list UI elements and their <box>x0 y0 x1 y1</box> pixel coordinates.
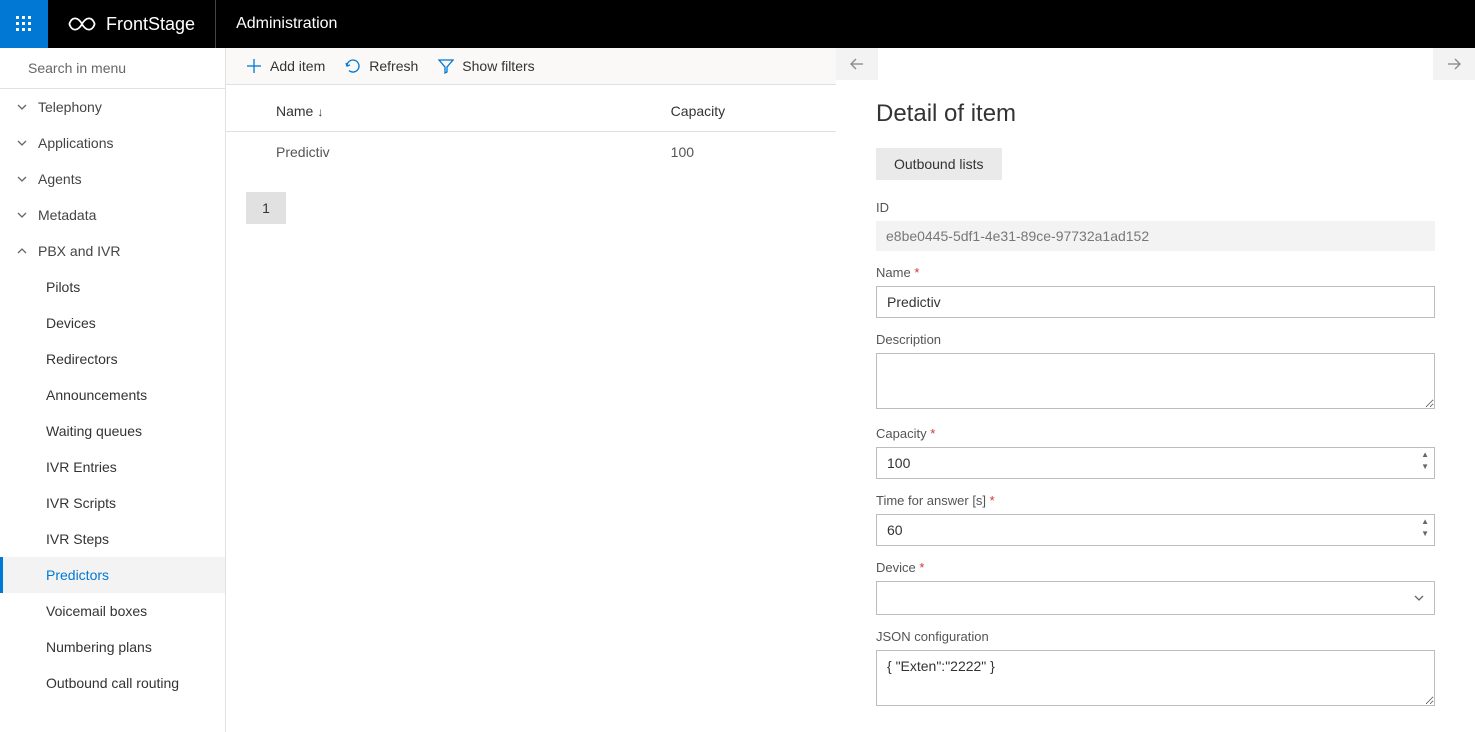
time-up[interactable]: ▲ <box>1419 516 1431 528</box>
nav-group-applications[interactable]: Applications <box>0 125 225 161</box>
nav-item-announcements[interactable]: Announcements <box>0 377 225 413</box>
panel-prev-button[interactable] <box>836 48 878 80</box>
nav-item-outbound-call-routing[interactable]: Outbound call routing <box>0 665 225 701</box>
page-title: Administration <box>216 15 357 33</box>
chevron-down-icon <box>16 101 28 113</box>
json-input[interactable] <box>876 650 1435 706</box>
arrow-left-icon <box>849 56 865 72</box>
id-value: e8be0445-5df1-4e31-89ce-97732a1ad152 <box>876 221 1435 251</box>
nav-group-metadata[interactable]: Metadata <box>0 197 225 233</box>
time-input[interactable] <box>876 514 1435 546</box>
page-1[interactable]: 1 <box>246 192 286 224</box>
refresh-button[interactable]: Refresh <box>345 58 418 74</box>
arrow-right-icon <box>1446 56 1462 72</box>
device-label: Device * <box>876 560 1435 575</box>
sidebar: Telephony Applications Agents Metadata PBX a… <box>0 48 226 732</box>
nav-item-pilots[interactable]: Pilots <box>0 269 225 305</box>
nav-group-telephony[interactable]: Telephony <box>0 89 225 125</box>
sort-arrow-icon: ↓ <box>317 105 323 119</box>
nav-group-label: Applications <box>38 135 114 151</box>
brand[interactable]: FrontStage <box>48 0 216 48</box>
nav-group-agents[interactable]: Agents <box>0 161 225 197</box>
nav-group-label: Agents <box>38 171 82 187</box>
name-label: Name * <box>876 265 1435 280</box>
nav-group-label: Metadata <box>38 207 96 223</box>
detail-title: Detail of item <box>876 100 1435 128</box>
waffle-icon <box>16 16 32 32</box>
capacity-down[interactable]: ▼ <box>1419 461 1431 473</box>
chevron-down-icon <box>16 209 28 221</box>
nav-item-waiting-queues[interactable]: Waiting queues <box>0 413 225 449</box>
nav-item-ivr-entries[interactable]: IVR Entries <box>0 449 225 485</box>
outbound-lists-pill[interactable]: Outbound lists <box>876 148 1002 180</box>
menu-search[interactable] <box>0 48 225 89</box>
nav-group-label: Telephony <box>38 99 102 115</box>
nav-item-redirectors[interactable]: Redirectors <box>0 341 225 377</box>
cell-name: Predictiv <box>226 132 661 173</box>
id-label: ID <box>876 200 1435 215</box>
refresh-icon <box>345 58 361 74</box>
time-down[interactable]: ▼ <box>1419 528 1431 540</box>
chevron-up-icon <box>16 245 28 257</box>
add-item-button[interactable]: Add item <box>246 58 325 74</box>
content-area: Add item Refresh Show filters Name↓ Capac… <box>226 48 1475 732</box>
description-input[interactable] <box>876 353 1435 409</box>
description-label: Description <box>876 332 1435 347</box>
nav-item-numbering-plans[interactable]: Numbering plans <box>0 629 225 665</box>
nav-item-ivr-steps[interactable]: IVR Steps <box>0 521 225 557</box>
detail-panel: Detail of item Outbound lists ID e8be044… <box>836 48 1475 732</box>
nav-item-devices[interactable]: Devices <box>0 305 225 341</box>
panel-next-button[interactable] <box>1433 48 1475 80</box>
nav-group-pbx-and-ivr[interactable]: PBX and IVR <box>0 233 225 269</box>
filter-icon <box>438 58 454 74</box>
capacity-up[interactable]: ▲ <box>1419 449 1431 461</box>
capacity-input[interactable] <box>876 447 1435 479</box>
device-select[interactable] <box>876 581 1435 615</box>
nav-item-ivr-scripts[interactable]: IVR Scripts <box>0 485 225 521</box>
name-input[interactable] <box>876 286 1435 318</box>
menu-search-input[interactable] <box>28 60 209 76</box>
nav-group-label: PBX and IVR <box>38 243 121 259</box>
plus-icon <box>246 58 262 74</box>
show-filters-button[interactable]: Show filters <box>438 58 534 74</box>
time-label: Time for answer [s] * <box>876 493 1435 508</box>
nav-item-voicemail-boxes[interactable]: Voicemail boxes <box>0 593 225 629</box>
chevron-down-icon <box>16 137 28 149</box>
infinity-icon <box>68 14 96 34</box>
brand-name: FrontStage <box>106 14 195 35</box>
capacity-label: Capacity * <box>876 426 1435 441</box>
nav-item-predictors[interactable]: Predictors <box>0 557 225 593</box>
top-bar: FrontStage Administration <box>0 0 1475 48</box>
json-label: JSON configuration <box>876 629 1435 644</box>
chevron-down-icon <box>16 173 28 185</box>
col-name[interactable]: Name↓ <box>226 85 661 132</box>
app-launcher-button[interactable] <box>0 0 48 48</box>
